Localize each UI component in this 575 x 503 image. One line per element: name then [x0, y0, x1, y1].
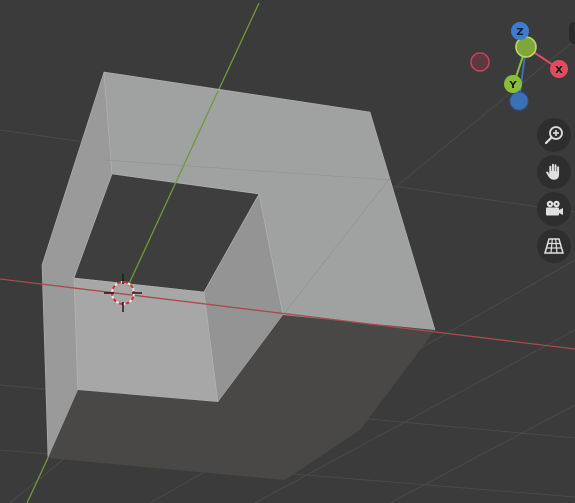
grid-icon [544, 238, 564, 254]
cube-with-cutout[interactable] [41, 71, 436, 480]
navigation-gizmo[interactable]: Z X Y [466, 20, 575, 116]
perspective-toggle-button[interactable] [537, 229, 571, 263]
gizmo-y-handle[interactable]: Y [504, 75, 522, 93]
gizmo-neg-y-handle[interactable] [515, 36, 537, 58]
zoom-button[interactable] [537, 118, 571, 152]
sidebar-toggle[interactable] [569, 22, 575, 44]
gizmo-neg-z-handle[interactable] [509, 91, 529, 111]
camera-icon [546, 200, 563, 216]
gizmo-y-label: Y [508, 80, 517, 91]
gizmo-x-label: X [555, 65, 563, 76]
pan-button[interactable] [537, 155, 571, 189]
zoom-icon [544, 126, 563, 145]
gizmo-z-handle[interactable]: Z [511, 22, 529, 40]
camera-view-button[interactable] [537, 192, 571, 226]
hand-icon [545, 163, 560, 181]
3d-viewport[interactable]: Z X Y [0, 0, 575, 503]
gizmo-x-handle[interactable]: X [550, 60, 568, 78]
gizmo-z-label: Z [516, 27, 523, 38]
gizmo-neg-x-handle[interactable] [470, 52, 490, 72]
